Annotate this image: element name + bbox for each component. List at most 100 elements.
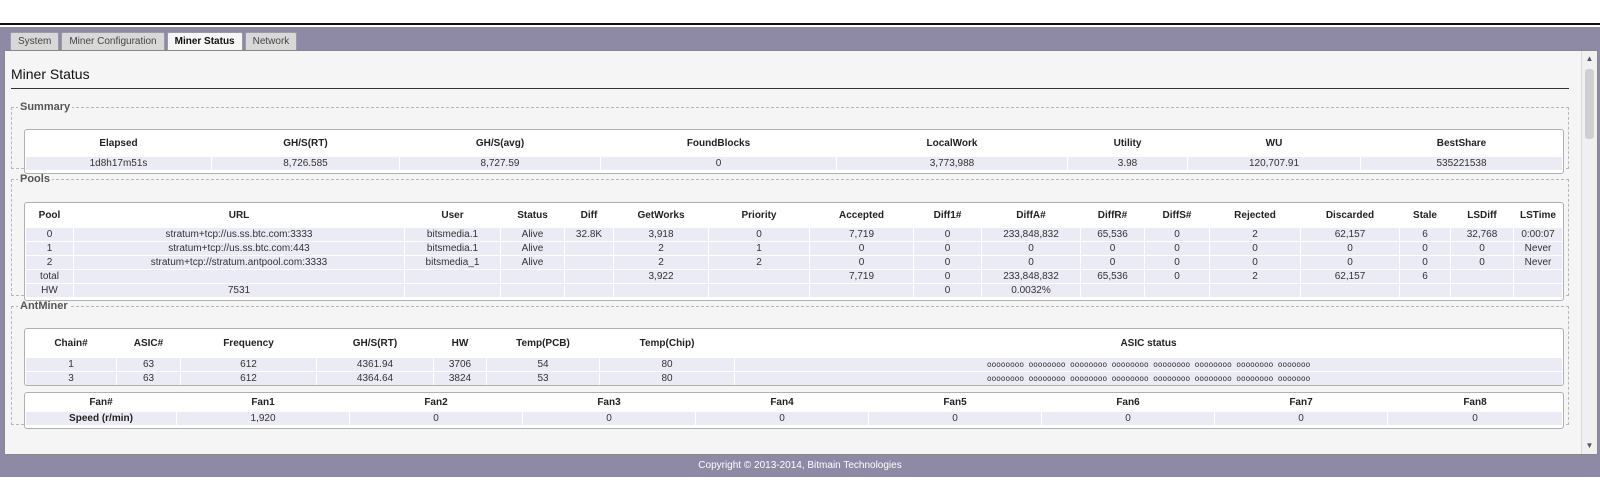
pools-header-cell: User	[405, 204, 500, 227]
summary-cell: 3,773,988	[837, 157, 1067, 170]
pool-row-cell: 3,918	[614, 228, 708, 241]
chain-row-cell: 80	[600, 358, 734, 371]
summary-section: Summary Elapsed GH/S(RT) GH/S(avg) Found…	[11, 101, 1569, 174]
pool-row-cell	[501, 284, 564, 297]
chain-row-cell: oooooooo oooooooo oooooooo oooooooo oooo…	[735, 358, 1562, 371]
chains-table: Chain# ASIC# Frequency GH/S(RT) HW Temp(…	[25, 329, 1563, 386]
vertical-scrollbar[interactable]: ▲ ▼	[1581, 51, 1597, 454]
pool-row-cell: 0	[810, 256, 913, 269]
pools-header-cell: Discarded	[1301, 204, 1399, 227]
top-strip	[0, 0, 1600, 25]
fans-header-cell: Fan#	[26, 394, 176, 411]
tab-system[interactable]: System	[10, 32, 60, 50]
pool-row-cell: 2	[26, 256, 73, 269]
pool-row-cell: stratum+tcp://us.ss.btc.com:3333	[74, 228, 404, 241]
pool-row-cell: 0	[1145, 242, 1209, 255]
fans-header-cell: Fan6	[1042, 394, 1214, 411]
fan-speed-cell: 0	[1388, 412, 1562, 425]
pool-row-cell: 0	[1451, 242, 1513, 255]
pool-row-cell: bitsmedia.1	[405, 228, 500, 241]
pool-row-cell: 2	[709, 256, 809, 269]
summary-cell: 0	[601, 157, 836, 170]
pools-header-cell: LSTime	[1514, 204, 1562, 227]
summary-cell: 535221538	[1361, 157, 1562, 170]
pool-row-cell: Alive	[501, 228, 564, 241]
summary-header-cell: GH/S(avg)	[400, 131, 600, 156]
fans-header-cell: Fan1	[177, 394, 349, 411]
pool-row-cell	[565, 284, 613, 297]
tab-network[interactable]: Network	[244, 32, 298, 50]
pools-section: Pools Pool URL User Status Diff GetWorks…	[11, 173, 1569, 301]
summary-header-cell: WU	[1188, 131, 1360, 156]
pools-body: 0 stratum+tcp://us.ss.btc.com:3333 bitsmed…	[26, 228, 1562, 297]
pool-row-cell: 233,848,832	[982, 270, 1080, 283]
pool-row-cell	[709, 270, 809, 283]
pool-row-cell: 0	[1301, 256, 1399, 269]
fans-header-cell: Fan3	[523, 394, 695, 411]
chain-row-cell: 54	[487, 358, 599, 371]
fans-header-row: Fan# Fan1 Fan2 Fan3 Fan4 Fan5 Fan6 Fan7 …	[26, 394, 1562, 411]
chain-row-cell: 612	[181, 358, 316, 371]
pool-row-cell: bitsmedia_1	[405, 256, 500, 269]
tab-miner-configuration[interactable]: Miner Configuration	[61, 32, 165, 50]
chain-row-cell: 53	[487, 372, 599, 385]
pools-header-cell: Priority	[709, 204, 809, 227]
pool-row-cell: 0:00:07	[1514, 228, 1562, 241]
pool-row-cell: 0	[1210, 256, 1300, 269]
summary-cell: 3.98	[1068, 157, 1187, 170]
fan-speed-cell: 0	[523, 412, 695, 425]
pool-row-cell: Never	[1514, 256, 1562, 269]
fans-header-cell: Fan5	[869, 394, 1041, 411]
pool-row-cell	[1301, 284, 1399, 297]
fan-speed-cell: 0	[350, 412, 522, 425]
pool-row-cell: HW	[26, 284, 73, 297]
pool-row-cell: total	[26, 270, 73, 283]
pool-row-cell	[1210, 284, 1300, 297]
pool-row: total 3,922 7,719 0 233,848,832 65,536 0 2 62,15…	[26, 270, 1562, 283]
pools-header-cell: Status	[501, 204, 564, 227]
pool-row-cell: 0	[914, 256, 981, 269]
fan-speed-cell: 0	[869, 412, 1041, 425]
pool-row-cell: stratum+tcp://stratum.antpool.com:3333	[74, 256, 404, 269]
pools-header-cell: GetWorks	[614, 204, 708, 227]
pool-row-cell: 0	[709, 228, 809, 241]
chain-row-cell: oooooooo oooooooo oooooooo oooooooo oooo…	[735, 372, 1562, 385]
pool-row-cell: 0	[1145, 228, 1209, 241]
fans-header-cell: Fan8	[1388, 394, 1562, 411]
pool-row-cell: 2	[1210, 270, 1300, 283]
pools-legend: Pools	[20, 173, 50, 185]
summary-table-box: Elapsed GH/S(RT) GH/S(avg) FoundBlocks L…	[24, 129, 1564, 174]
pool-row-cell: Alive	[501, 242, 564, 255]
pool-row-cell	[74, 270, 404, 283]
pool-row: 2 stratum+tcp://stratum.antpool.com:3333 b…	[26, 256, 1562, 269]
pool-row-cell: 0.0032%	[982, 284, 1080, 297]
down-arrow-icon[interactable]: ▼	[1582, 438, 1597, 454]
pools-header-cell: Accepted	[810, 204, 913, 227]
tab-bar: System Miner Configuration Miner Status …	[10, 32, 298, 51]
pool-row-cell: 7,719	[810, 228, 913, 241]
pools-header-cell: Stale	[1400, 204, 1450, 227]
fans-table-box: Fan# Fan1 Fan2 Fan3 Fan4 Fan5 Fan6 Fan7 …	[24, 392, 1564, 429]
pools-header-cell: LSDiff	[1451, 204, 1513, 227]
chains-header-cell: Chain#	[26, 330, 116, 357]
chain-row-cell: 3824	[434, 372, 486, 385]
summary-header-row: Elapsed GH/S(RT) GH/S(avg) FoundBlocks L…	[26, 131, 1562, 156]
chains-header-cell: Temp(Chip)	[600, 330, 734, 357]
chains-body: 1 63 612 4361.94 3706 54 80 oooooooo oooooooo o…	[26, 358, 1562, 385]
chains-header-cell: Temp(PCB)	[487, 330, 599, 357]
pool-row-cell: 0	[1081, 256, 1144, 269]
pool-row-cell: 65,536	[1081, 228, 1144, 241]
pools-header-row: Pool URL User Status Diff GetWorks Prior…	[26, 204, 1562, 227]
chain-row-cell: 63	[117, 358, 180, 371]
pool-row-cell: 0	[914, 270, 981, 283]
chain-row-cell: 3706	[434, 358, 486, 371]
up-arrow-icon[interactable]: ▲	[1582, 51, 1597, 67]
pool-row-cell: stratum+tcp://us.ss.btc.com:443	[74, 242, 404, 255]
chain-row-cell: 4364.64	[317, 372, 433, 385]
scrollbar-thumb[interactable]	[1585, 69, 1594, 139]
fan-speed-cell: 0	[1215, 412, 1387, 425]
tab-miner-status[interactable]: Miner Status	[166, 32, 243, 51]
chains-header-cell: GH/S(RT)	[317, 330, 433, 357]
fans-header-cell: Fan7	[1215, 394, 1387, 411]
fan-speed-cell: 1,920	[177, 412, 349, 425]
